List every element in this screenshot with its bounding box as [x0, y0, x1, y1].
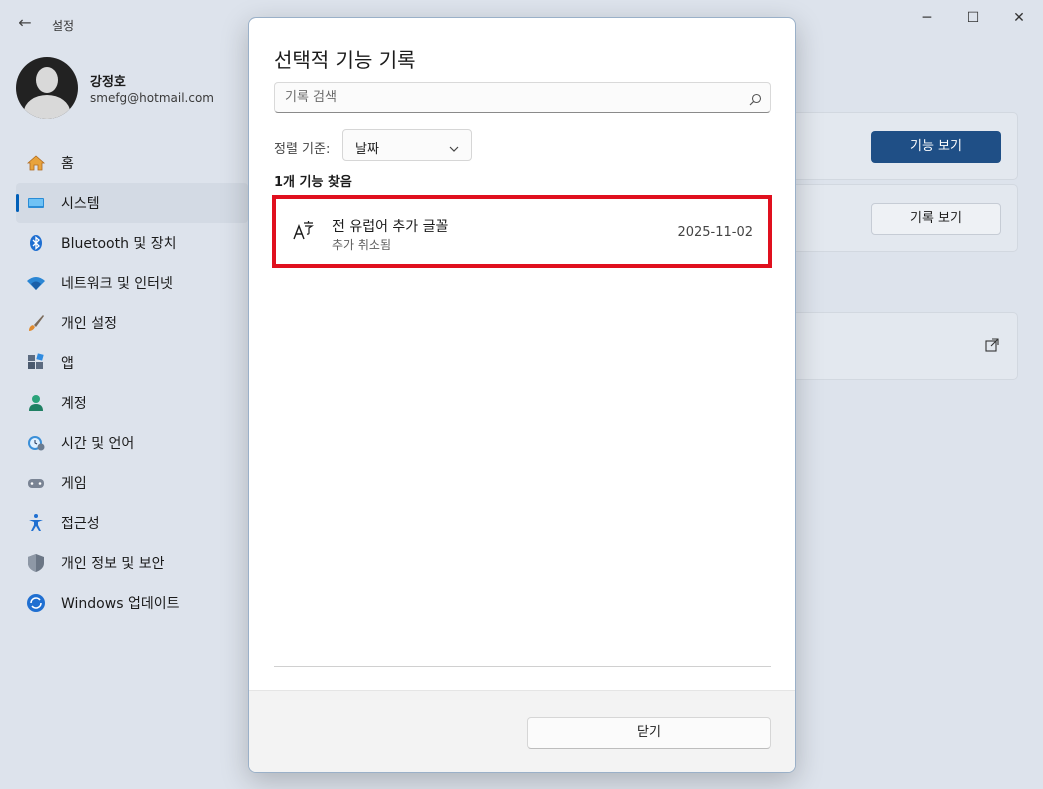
close-button[interactable]: 닫기 [527, 717, 771, 749]
sidebar-item-personalization[interactable]: 개인 설정 [16, 303, 248, 343]
view-history-button[interactable]: 기록 보기 [871, 203, 1001, 235]
back-button[interactable]: ← [14, 12, 36, 34]
account-icon [25, 392, 47, 414]
sidebar-item-label: 시간 및 언어 [61, 436, 135, 452]
user-profile[interactable]: 강정호 smefg@hotmail.com [16, 57, 246, 119]
bluetooth-icon [25, 232, 47, 254]
sort-label: 정렬 기준: [274, 142, 331, 157]
search-icon [749, 91, 762, 106]
apps-icon [25, 352, 47, 374]
sidebar-item-label: Windows 업데이트 [61, 596, 180, 612]
app-title: 설정 [52, 19, 75, 33]
home-icon [25, 152, 47, 174]
wifi-icon [25, 272, 47, 294]
result-count: 1개 기능 찾음 [274, 175, 352, 190]
sidebar-item-gaming[interactable]: 게임 [16, 463, 248, 503]
sidebar-item-system[interactable]: 시스템 [16, 183, 248, 223]
sidebar-item-label: Bluetooth 및 장치 [61, 236, 177, 252]
history-search-box[interactable] [274, 82, 771, 113]
user-email: smefg@hotmail.com [90, 91, 214, 105]
dialog-footer: 닫기 [249, 690, 795, 772]
chevron-down-icon [449, 139, 459, 152]
sidebar-item-bluetooth[interactable]: Bluetooth 및 장치 [16, 223, 248, 263]
divider [274, 666, 771, 667]
sidebar-item-label: 앱 [61, 356, 74, 372]
sidebar-item-apps[interactable]: 앱 [16, 343, 248, 383]
minimize-button[interactable]: ─ [912, 8, 942, 28]
sidebar-item-time-language[interactable]: 시간 및 언어 [16, 423, 248, 463]
sort-dropdown[interactable]: 날짜 [342, 129, 472, 161]
sidebar-item-label: 개인 정보 및 보안 [61, 556, 165, 572]
avatar [16, 57, 78, 119]
view-features-button[interactable]: 기능 보기 [871, 131, 1001, 163]
sidebar-item-home[interactable]: 홈 [16, 143, 248, 183]
dialog-title: 선택적 기능 기록 [274, 48, 416, 72]
sidebar-item-label: 접근성 [61, 516, 100, 532]
highlight-box [272, 195, 772, 268]
optional-features-history-dialog: 선택적 기능 기록 정렬 기준: 날짜 1개 기능 찾음 전 유럽어 추가 글꼴… [248, 17, 796, 773]
sidebar-item-windows-update[interactable]: Windows 업데이트 [16, 583, 248, 623]
gamepad-icon [25, 472, 47, 494]
update-icon [25, 592, 47, 614]
sidebar-item-privacy[interactable]: 개인 정보 및 보안 [16, 543, 248, 583]
brush-icon [25, 312, 47, 334]
maximize-button[interactable]: ☐ [958, 8, 988, 28]
user-name: 강정호 [90, 75, 126, 90]
sidebar-item-network[interactable]: 네트워크 및 인터넷 [16, 263, 248, 303]
sidebar-item-label: 계정 [61, 396, 87, 412]
time-language-icon [25, 432, 47, 454]
sidebar-item-accessibility[interactable]: 접근성 [16, 503, 248, 543]
sidebar-item-label: 시스템 [61, 196, 100, 212]
sidebar-item-accounts[interactable]: 계정 [16, 383, 248, 423]
sidebar-item-label: 개인 설정 [61, 316, 117, 332]
history-search-input[interactable] [285, 83, 745, 112]
sort-selected-value: 날짜 [355, 142, 379, 157]
sidebar-nav: 홈 시스템 Bluetooth 및 장치 네트워크 및 인터넷 개인 설정 앱 … [16, 143, 248, 623]
sidebar-item-label: 홈 [61, 156, 74, 172]
accessibility-icon [25, 512, 47, 534]
sidebar-item-label: 네트워크 및 인터넷 [61, 276, 173, 292]
sidebar-item-label: 게임 [61, 476, 87, 492]
external-link-icon [985, 338, 1001, 354]
system-icon [25, 192, 47, 214]
shield-icon [25, 552, 47, 574]
close-window-button[interactable]: ✕ [1004, 8, 1034, 28]
